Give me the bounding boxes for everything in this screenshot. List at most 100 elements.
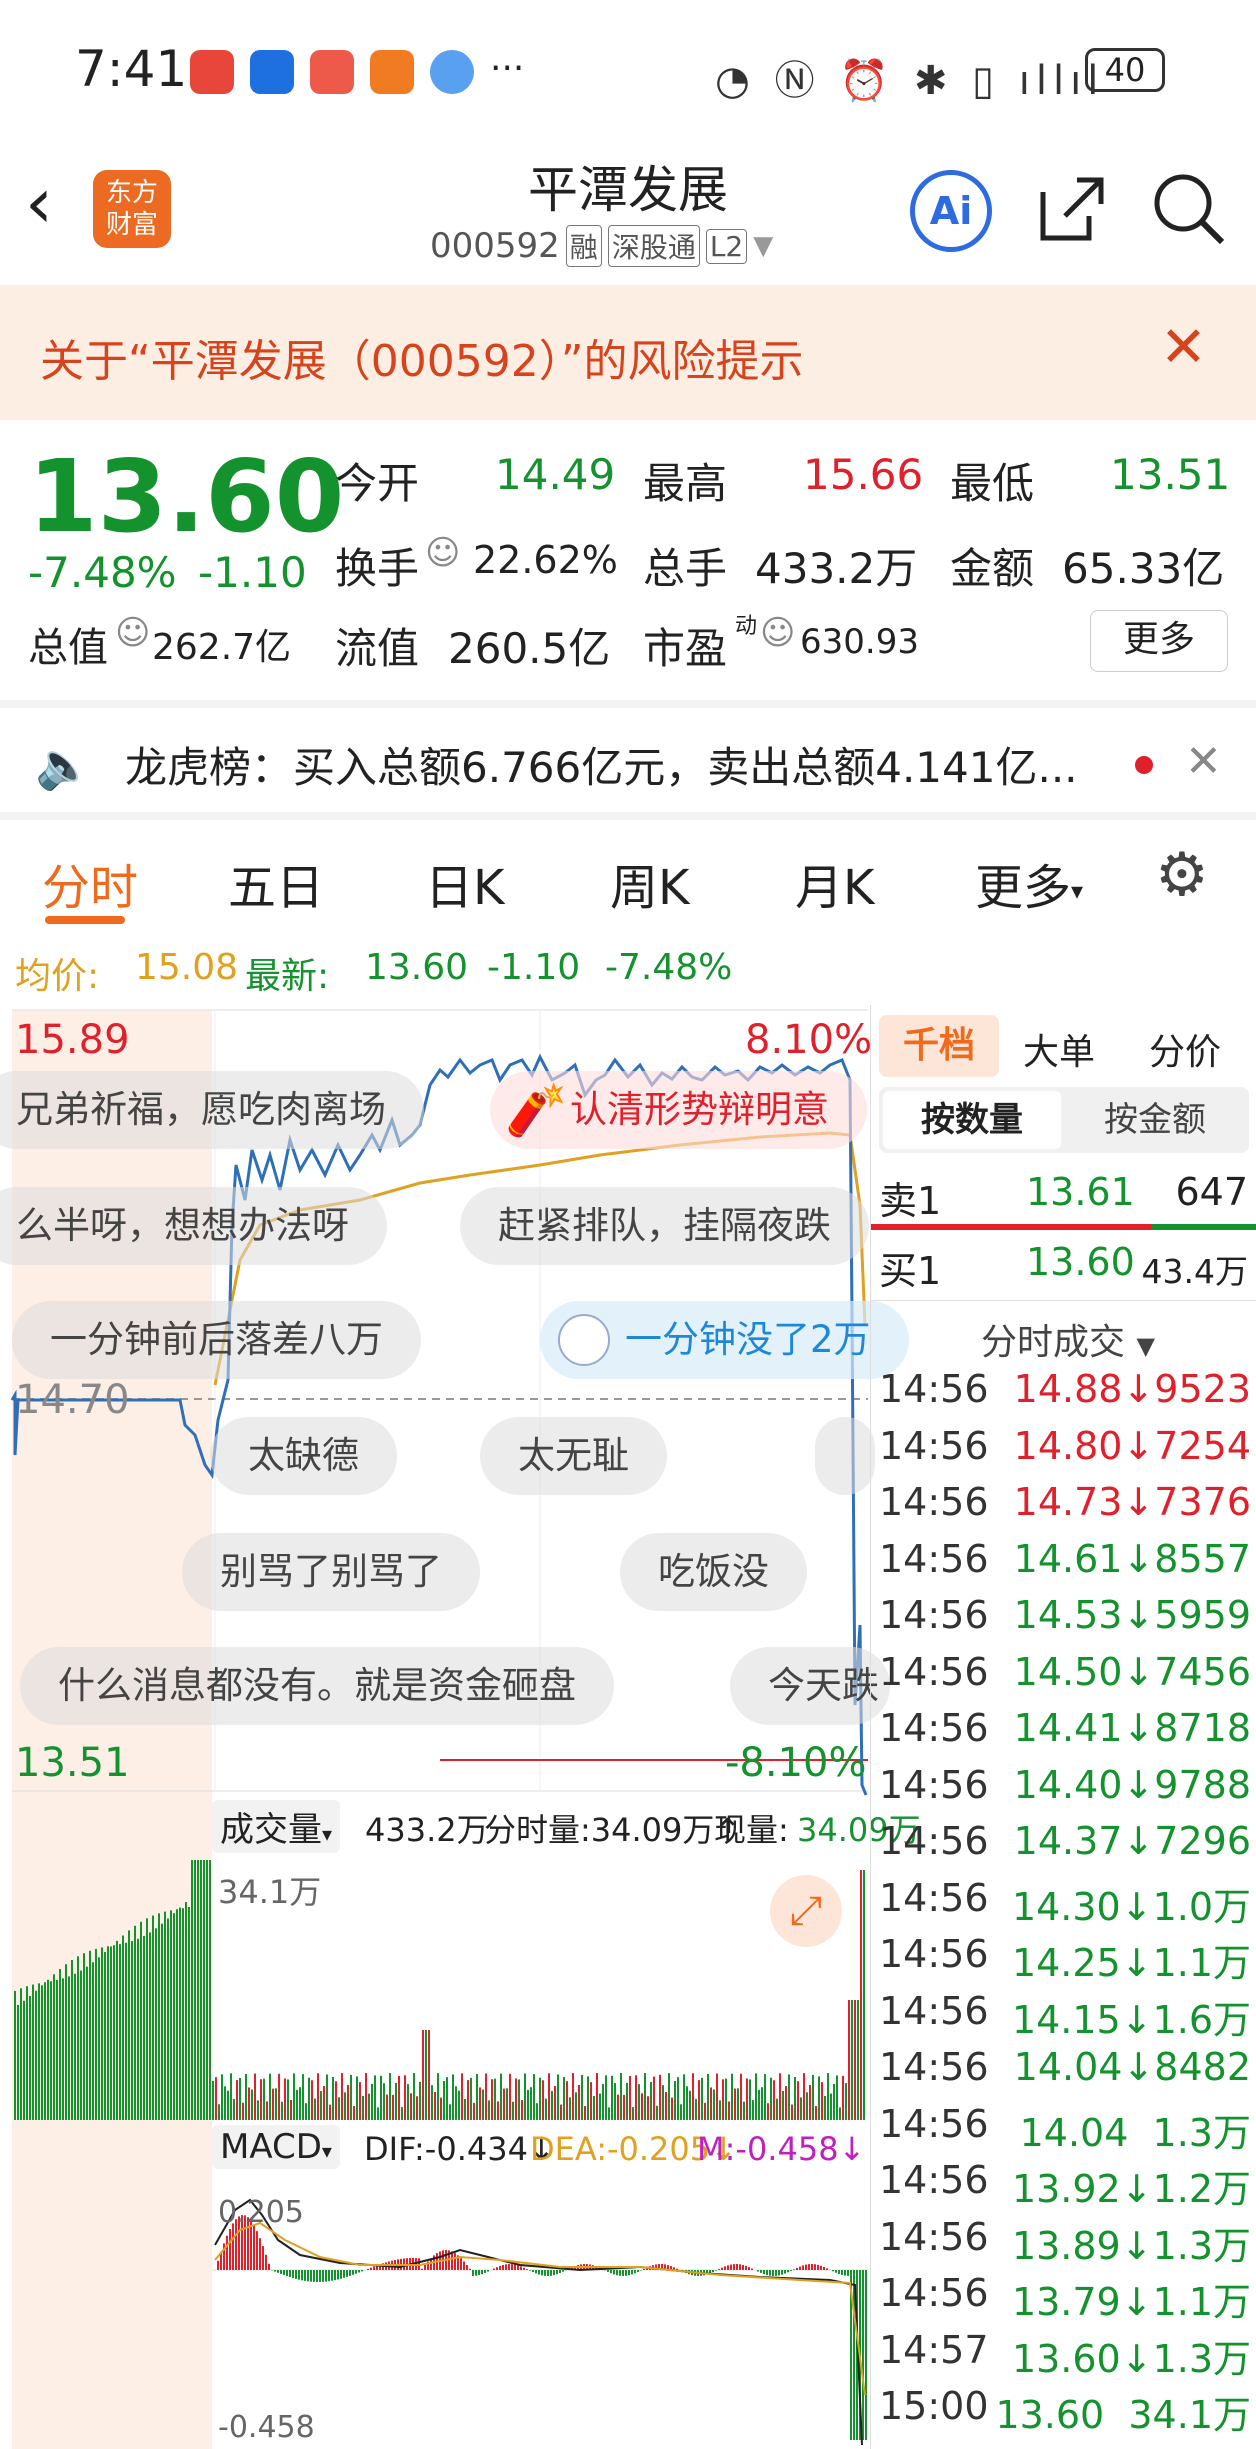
volume-bar — [68, 1976, 70, 2120]
volume-bar — [788, 2074, 790, 2120]
connect-badge: 深股通 — [607, 225, 700, 267]
back-icon[interactable]: ‹ — [25, 168, 53, 238]
intraday-chart[interactable]: 15.89 8.10% 14.70 13.51 -8.10% 兄弟祈福，愿吃肉离… — [0, 1005, 921, 2449]
volume-bar — [380, 2075, 382, 2120]
tick-row: 14:56 14.88↓9523 — [871, 1367, 1256, 1423]
comment-bubble-highlight[interactable]: 一分钟没了2万 — [540, 1301, 909, 1379]
ai-button[interactable]: Ai — [910, 170, 992, 252]
volume-bar — [701, 2077, 703, 2120]
macd-bar — [478, 2270, 480, 2276]
volume-bar — [854, 2000, 856, 2120]
volume-bar — [410, 2093, 412, 2120]
volume-bar — [779, 2073, 781, 2120]
volume-bar — [101, 1947, 103, 2120]
tab-weekly-k[interactable]: 周K — [610, 848, 689, 918]
volume-bar — [35, 1990, 37, 2120]
sell-bar — [871, 1224, 1151, 1230]
macd-selector[interactable]: MACD▾ — [212, 2125, 340, 2169]
tab-price-distribution[interactable]: 分价 — [1149, 1023, 1221, 1075]
info-icon[interactable]: ☺ — [425, 533, 460, 573]
comment-bubble[interactable]: 别骂了别骂了 — [182, 1533, 480, 1611]
notice-bar[interactable]: 🔈 龙虎榜：买入总额6.766亿元，卖出总额4.141亿... ✕ — [0, 700, 1256, 820]
comment-bubble[interactable]: 一分钟前后落差八万 — [12, 1301, 421, 1379]
volume-bar — [371, 2083, 373, 2120]
volume-bar — [731, 2073, 733, 2120]
close-icon[interactable]: ✕ — [1185, 736, 1222, 787]
comment-bubble[interactable]: 太无耻 — [480, 1417, 667, 1495]
tab-monthly-k[interactable]: 月K — [795, 848, 874, 918]
volume-total: 433.2万 — [365, 1811, 489, 1849]
volume-bar — [842, 2075, 844, 2120]
close-icon[interactable]: ✕ — [1160, 315, 1207, 380]
volume-bar — [716, 2073, 718, 2120]
expand-icon[interactable]: ⤢ — [770, 1875, 842, 1947]
by-quantity-button[interactable]: 按数量 — [883, 1091, 1061, 1149]
volume-selector[interactable]: 成交量▾ — [212, 1800, 341, 1853]
volume-bar — [644, 2073, 646, 2120]
macd-bar — [508, 2264, 510, 2270]
volume-bar — [473, 2102, 475, 2120]
macd-bar — [307, 2270, 309, 2282]
comment-bubble[interactable]: 兄弟祈福，愿吃肉离场 — [0, 1071, 424, 1149]
volume-bar — [620, 2073, 622, 2120]
macd-bar — [835, 2270, 837, 2273]
info-icon[interactable]: ☺ — [760, 613, 795, 653]
volume-bar — [602, 2083, 604, 2120]
search-icon[interactable] — [1150, 170, 1228, 248]
macd-bar — [760, 2270, 762, 2273]
volume-bar — [458, 2090, 460, 2120]
macd-bar — [232, 2223, 234, 2270]
more-notifications-icon: ··· — [490, 48, 525, 89]
gear-icon[interactable]: ⚙ — [1155, 845, 1209, 905]
macd-bar — [799, 2266, 801, 2270]
tick-time: 14:56 — [879, 2045, 989, 2089]
volume-bar — [137, 1938, 139, 2120]
volume-bar — [134, 1925, 136, 2120]
tab-large-orders[interactable]: 大单 — [1023, 1023, 1095, 1075]
more-button[interactable]: 更多 — [1090, 610, 1228, 672]
volume-bar — [278, 2073, 280, 2120]
comment-bubble[interactable]: 么半呀，想想办法呀 — [0, 1187, 387, 1265]
volume-bar — [560, 2104, 562, 2120]
volume-bar — [845, 2083, 847, 2120]
comment-bubble[interactable]: 太缺德 — [210, 1417, 397, 1495]
volume-bar — [533, 2074, 535, 2120]
tab-more[interactable]: 更多▾ — [975, 848, 1083, 918]
tab-five-day[interactable]: 五日 — [228, 848, 324, 918]
macd-bar — [367, 2268, 369, 2270]
by-amount-button[interactable]: 按金额 — [1065, 1091, 1245, 1149]
share-icon[interactable] — [1035, 172, 1109, 246]
volume-bar — [557, 2074, 559, 2120]
comment-bubble[interactable]: 赶紧排队，挂隔夜跌 — [460, 1187, 869, 1265]
comment-bubble[interactable]: 吃饭没 — [620, 1533, 807, 1611]
tab-intraday[interactable]: 分时 — [42, 848, 138, 918]
comment-bubble[interactable]: 今天跌 — [730, 1647, 890, 1725]
macd-bar — [637, 2270, 639, 2272]
tick-time: 14:56 — [879, 1932, 989, 1976]
tick-price-volume: 14.40↓9788 — [1013, 1762, 1251, 1807]
comment-bubble[interactable] — [815, 1417, 875, 1495]
tab-depth[interactable]: 千档 — [879, 1015, 999, 1077]
tab-daily-k[interactable]: 日K — [425, 848, 504, 918]
volume-bar — [719, 2100, 721, 2120]
ticks-title[interactable]: 分时成交 ▼ — [981, 1313, 1155, 1365]
comment-bubble[interactable]: 什么消息都没有。就是资金砸盘 — [20, 1647, 614, 1725]
last-value: 13.60 — [365, 947, 469, 988]
volume-bar — [32, 1984, 34, 2120]
tick-price-volume: 13.89↓1.3万 — [1011, 2223, 1251, 2268]
info-icon[interactable]: ☺ — [115, 613, 150, 653]
stock-code-row[interactable]: 000592 融 深股通 L2 ▼ — [430, 225, 773, 267]
volume-bar — [290, 2100, 292, 2120]
volume-bar — [305, 2103, 307, 2120]
macd-bar — [634, 2270, 636, 2274]
macd-bar — [499, 2265, 501, 2270]
macd-bar — [820, 2265, 822, 2270]
volume-bar — [569, 2097, 571, 2120]
volume-bar — [404, 2075, 406, 2120]
tick-time: 15:00 — [879, 2384, 989, 2428]
comment-bubble-highlight[interactable]: 🧨 认清形势辩明意 — [490, 1071, 867, 1149]
volume-bar — [14, 1990, 16, 2120]
macd-bar — [607, 2270, 609, 2272]
volume-bar — [662, 2085, 664, 2120]
risk-banner[interactable]: 关于“平潭发展（000592）”的风险提示 ✕ — [0, 285, 1256, 420]
